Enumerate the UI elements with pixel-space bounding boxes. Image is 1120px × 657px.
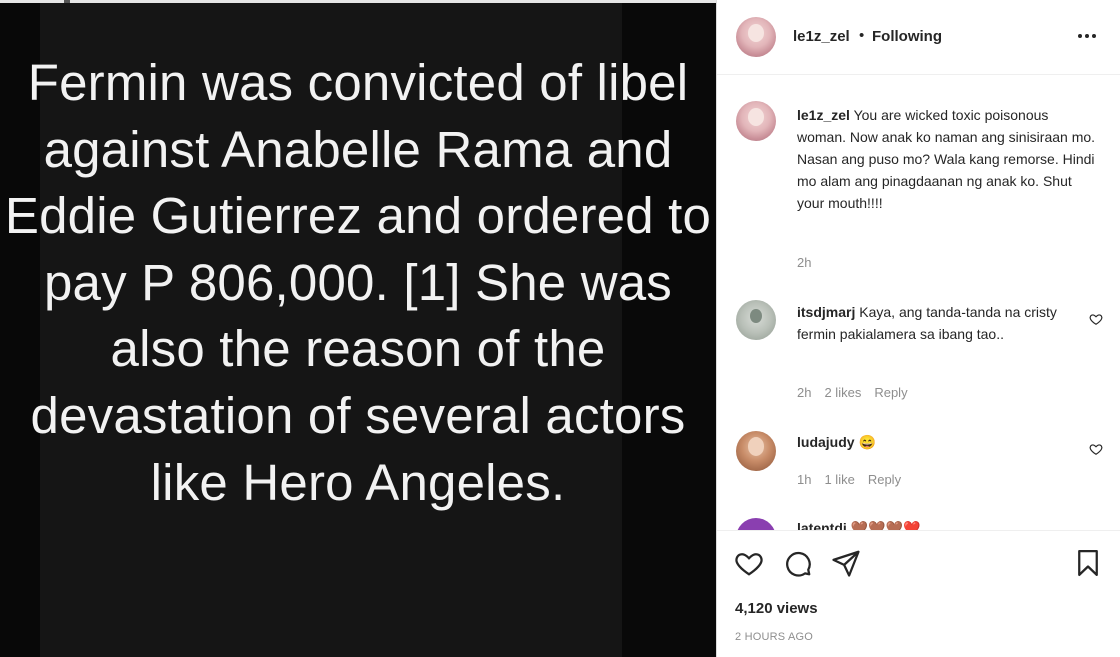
comment-like-heart-icon[interactable] [1089,442,1103,456]
media-top-mark [64,0,70,3]
heart-icon[interactable] [734,548,764,578]
comment-text: 😄 [858,434,876,450]
comment-meta: 2h [797,255,811,270]
comment-body: latentdi 🤎🤎🤎❤️ [797,517,1069,530]
comments-list[interactable]: le1z_zel You are wicked toxic poisonous … [717,75,1120,530]
comment-meta: 1h 1 like Reply [797,472,901,487]
view-count[interactable]: 4,120 views [735,600,818,617]
reply-button[interactable]: Reply [868,472,901,487]
media-top-strip [0,0,716,3]
comment-body: ludajudy 😄 [797,431,1069,453]
comment-avatar[interactable] [736,300,776,340]
comment-username[interactable]: itsdjmarj [797,304,855,320]
comment-likes[interactable]: 1 like [824,472,854,487]
header-separator: • [859,27,865,44]
bookmark-icon[interactable] [1073,548,1103,578]
comment-like-heart-icon[interactable] [1089,312,1103,326]
comment-time[interactable]: 1h [797,472,811,487]
post-timestamp[interactable]: 2 HOURS AGO [735,631,813,643]
post-side-panel: le1z_zel • Following le1z_zel You are wi… [716,0,1120,657]
comment-username[interactable]: latentdi [797,520,847,530]
comment-body: le1z_zel You are wicked toxic poisonous … [797,104,1097,214]
comment-avatar[interactable] [736,431,776,471]
header-username[interactable]: le1z_zel [793,28,850,45]
comment-icon[interactable] [783,548,813,578]
post-media[interactable]: Fermin was convicted of libel against An… [0,0,716,657]
reply-button[interactable]: Reply [874,385,907,400]
comment-body: itsdjmarj Kaya, ang tanda-tanda na crist… [797,301,1069,345]
paper-plane-icon[interactable] [831,548,861,578]
comment-time[interactable]: 2h [797,255,811,270]
comment-username[interactable]: ludajudy [797,434,855,450]
comment-time[interactable]: 2h [797,385,811,400]
actions-divider [717,530,1120,531]
post-image-caption: Fermin was convicted of libel against An… [4,54,712,511]
owner-avatar[interactable] [736,17,776,57]
comment-meta: 2h 2 likes Reply [797,385,908,400]
comment-avatar[interactable] [736,518,776,530]
more-icon[interactable] [1075,26,1099,46]
following-button[interactable]: Following [872,28,942,45]
comment-text: 🤎🤎🤎❤️ [850,520,921,530]
comment-avatar[interactable] [736,101,776,141]
comment-likes[interactable]: 2 likes [824,385,861,400]
comment-username[interactable]: le1z_zel [797,107,850,123]
